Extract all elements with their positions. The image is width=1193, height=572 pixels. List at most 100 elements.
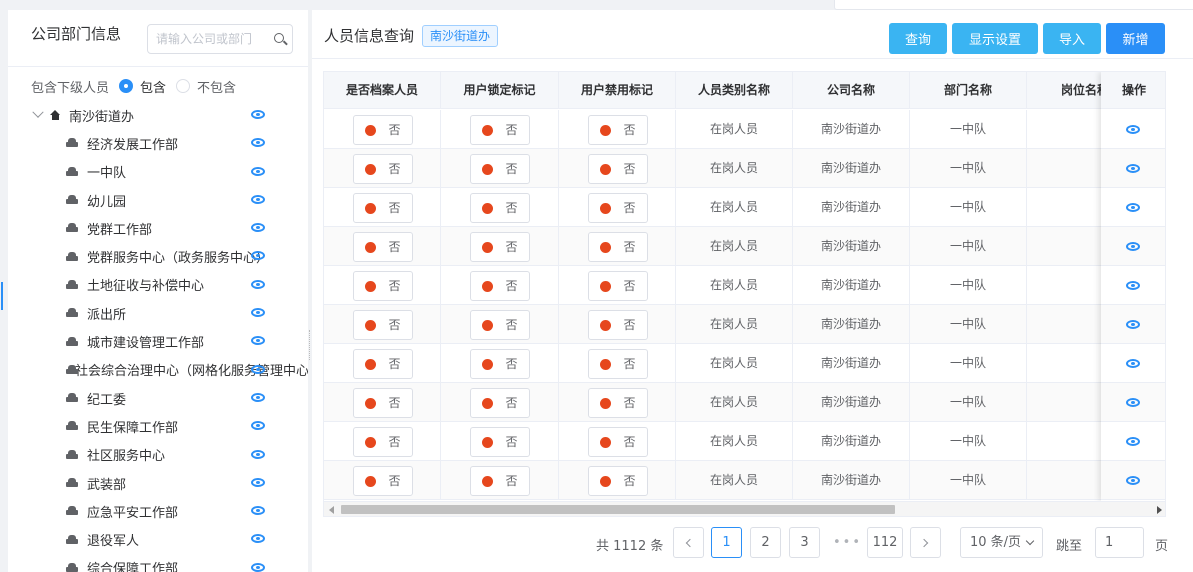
status-flag-button[interactable]: 否 [470,115,530,145]
eye-icon[interactable] [251,279,265,289]
status-flag-button[interactable]: 否 [588,271,648,301]
status-flag-button[interactable]: 否 [353,193,413,223]
org-search-input[interactable] [148,25,266,53]
status-flag-button[interactable]: 否 [470,310,530,340]
tree-node-root[interactable]: 南沙街道办 [8,101,308,129]
tree-node[interactable]: 民生保障工作部 [8,412,308,440]
status-flag-button[interactable]: 否 [470,154,530,184]
status-flag-button[interactable]: 否 [470,466,530,496]
tree-node[interactable]: 城市建设管理工作部 [8,327,308,355]
chevron-down-icon[interactable] [1025,536,1035,546]
eye-icon[interactable] [251,194,265,204]
eye-icon[interactable] [251,110,265,119]
eye-icon[interactable] [1126,320,1140,329]
tree-node-label[interactable]: 民生保障工作部 [87,417,178,436]
tree-node-label[interactable]: 派出所 [87,304,126,323]
table-row[interactable]: 否 否 否 在岗人员 南沙街道办 一中队 [324,383,1165,422]
status-flag-button[interactable]: 否 [588,310,648,340]
tree-node[interactable]: 一中队 [8,158,308,186]
radio-exclude[interactable]: 不包含 [176,77,236,96]
status-flag-button[interactable]: 否 [353,310,413,340]
status-flag-button[interactable]: 否 [353,232,413,262]
scrollbar-thumb[interactable] [341,505,895,514]
status-flag-button[interactable]: 否 [353,154,413,184]
eye-icon[interactable] [1126,398,1140,407]
status-flag-button[interactable]: 否 [353,271,413,301]
tree-node-label[interactable]: 土地征收与补偿中心 [87,275,204,294]
tree-node-label[interactable]: 退役军人 [87,530,139,549]
tree-node-label[interactable]: 武装部 [87,474,126,493]
status-flag-button[interactable]: 否 [470,427,530,457]
chevron-right-icon[interactable] [919,538,929,547]
table-row[interactable]: 否 否 否 在岗人员 南沙街道办 一中队 [324,266,1165,305]
horizontal-scrollbar[interactable] [324,501,1165,516]
eye-icon[interactable] [251,392,265,402]
eye-icon[interactable] [251,364,265,374]
status-flag-button[interactable]: 否 [588,388,648,418]
tree-node-label[interactable]: 幼儿园 [87,191,126,210]
search-icon[interactable] [274,33,284,43]
radio-exclude-label[interactable]: 不包含 [197,77,236,96]
eye-icon[interactable] [1126,476,1140,485]
status-flag-button[interactable]: 否 [588,232,648,262]
tree-node[interactable]: 应急平安工作部 [8,497,308,525]
status-flag-button[interactable]: 否 [353,388,413,418]
table-row[interactable]: 否 否 否 在岗人员 南沙街道办 一中队 [324,422,1165,461]
tree-node-label[interactable]: 一中队 [87,162,126,181]
more-pages[interactable]: ••• [833,535,862,550]
page-button-2[interactable]: 2 [750,527,781,558]
goto-page-input[interactable] [1095,527,1144,558]
page-button-1[interactable]: 1 [711,527,742,558]
eye-icon[interactable] [1126,359,1140,368]
tree-node-label[interactable]: 应急平安工作部 [87,502,178,521]
status-flag-button[interactable]: 否 [353,349,413,379]
eye-icon[interactable] [251,534,265,544]
next-page-button[interactable] [910,527,941,558]
eye-icon[interactable] [251,421,265,431]
tree-node-label[interactable]: 党群服务中心（政务服务中心） [87,247,269,266]
status-flag-button[interactable]: 否 [588,193,648,223]
eye-icon[interactable] [251,138,265,148]
radio-include[interactable]: 包含 [119,77,166,96]
status-flag-button[interactable]: 否 [353,115,413,145]
tree-node[interactable]: 派出所 [8,299,308,327]
radio-dot[interactable] [176,79,191,93]
status-flag-button[interactable]: 否 [353,427,413,457]
tree-node[interactable]: 纪工委 [8,384,308,412]
tree-node[interactable]: 退役军人 [8,525,308,553]
tree-node-label[interactable]: 党群工作部 [87,219,152,238]
radio-dot-checked[interactable] [119,79,134,93]
tree-node-label[interactable]: 经济发展工作部 [87,134,178,153]
status-flag-button[interactable]: 否 [470,193,530,223]
status-flag-button[interactable]: 否 [588,349,648,379]
scroll-right-icon[interactable] [1157,506,1162,514]
table-row[interactable]: 否 否 否 在岗人员 南沙街道办 一中队 [324,149,1165,188]
eye-icon[interactable] [1126,242,1140,251]
tree-node-label[interactable]: 城市建设管理工作部 [87,332,204,351]
eye-icon[interactable] [1126,281,1140,290]
eye-icon[interactable] [251,562,265,572]
table-row[interactable]: 否 否 否 在岗人员 南沙街道办 一中队 [324,305,1165,344]
page-button-last[interactable]: 112 [867,527,903,558]
tree-node-label[interactable]: 南沙街道办 [69,106,134,125]
org-search-box[interactable] [147,24,293,54]
eye-icon[interactable] [1126,125,1140,134]
table-row[interactable]: 否 否 否 在岗人员 南沙街道办 一中队 [324,461,1165,500]
display-settings-button[interactable]: 显示设置 [952,23,1038,54]
page-size-value[interactable]: 10 条/页 [970,535,1021,550]
tree-node[interactable]: 幼儿园 [8,186,308,214]
tree-node-label[interactable]: 社会综合治理中心（网格化服务管理中心） [75,360,308,379]
tree-node[interactable]: 社区服务中心 [8,441,308,469]
eye-icon[interactable] [251,223,265,233]
add-button[interactable]: 新增 [1106,23,1165,54]
tree-node[interactable]: 武装部 [8,469,308,497]
table-row[interactable]: 否 否 否 在岗人员 南沙街道办 一中队 [324,110,1165,149]
tree-node[interactable]: 经济发展工作部 [8,129,308,157]
scroll-left-icon[interactable] [329,506,334,514]
radio-include-label[interactable]: 包含 [140,77,166,96]
page-button-3[interactable]: 3 [789,527,820,558]
splitter-grip[interactable] [309,330,311,360]
tree-node-label[interactable]: 综合保障工作部 [87,558,178,572]
query-button[interactable]: 查询 [889,23,947,54]
tree-node[interactable]: 土地征收与补偿中心 [8,271,308,299]
